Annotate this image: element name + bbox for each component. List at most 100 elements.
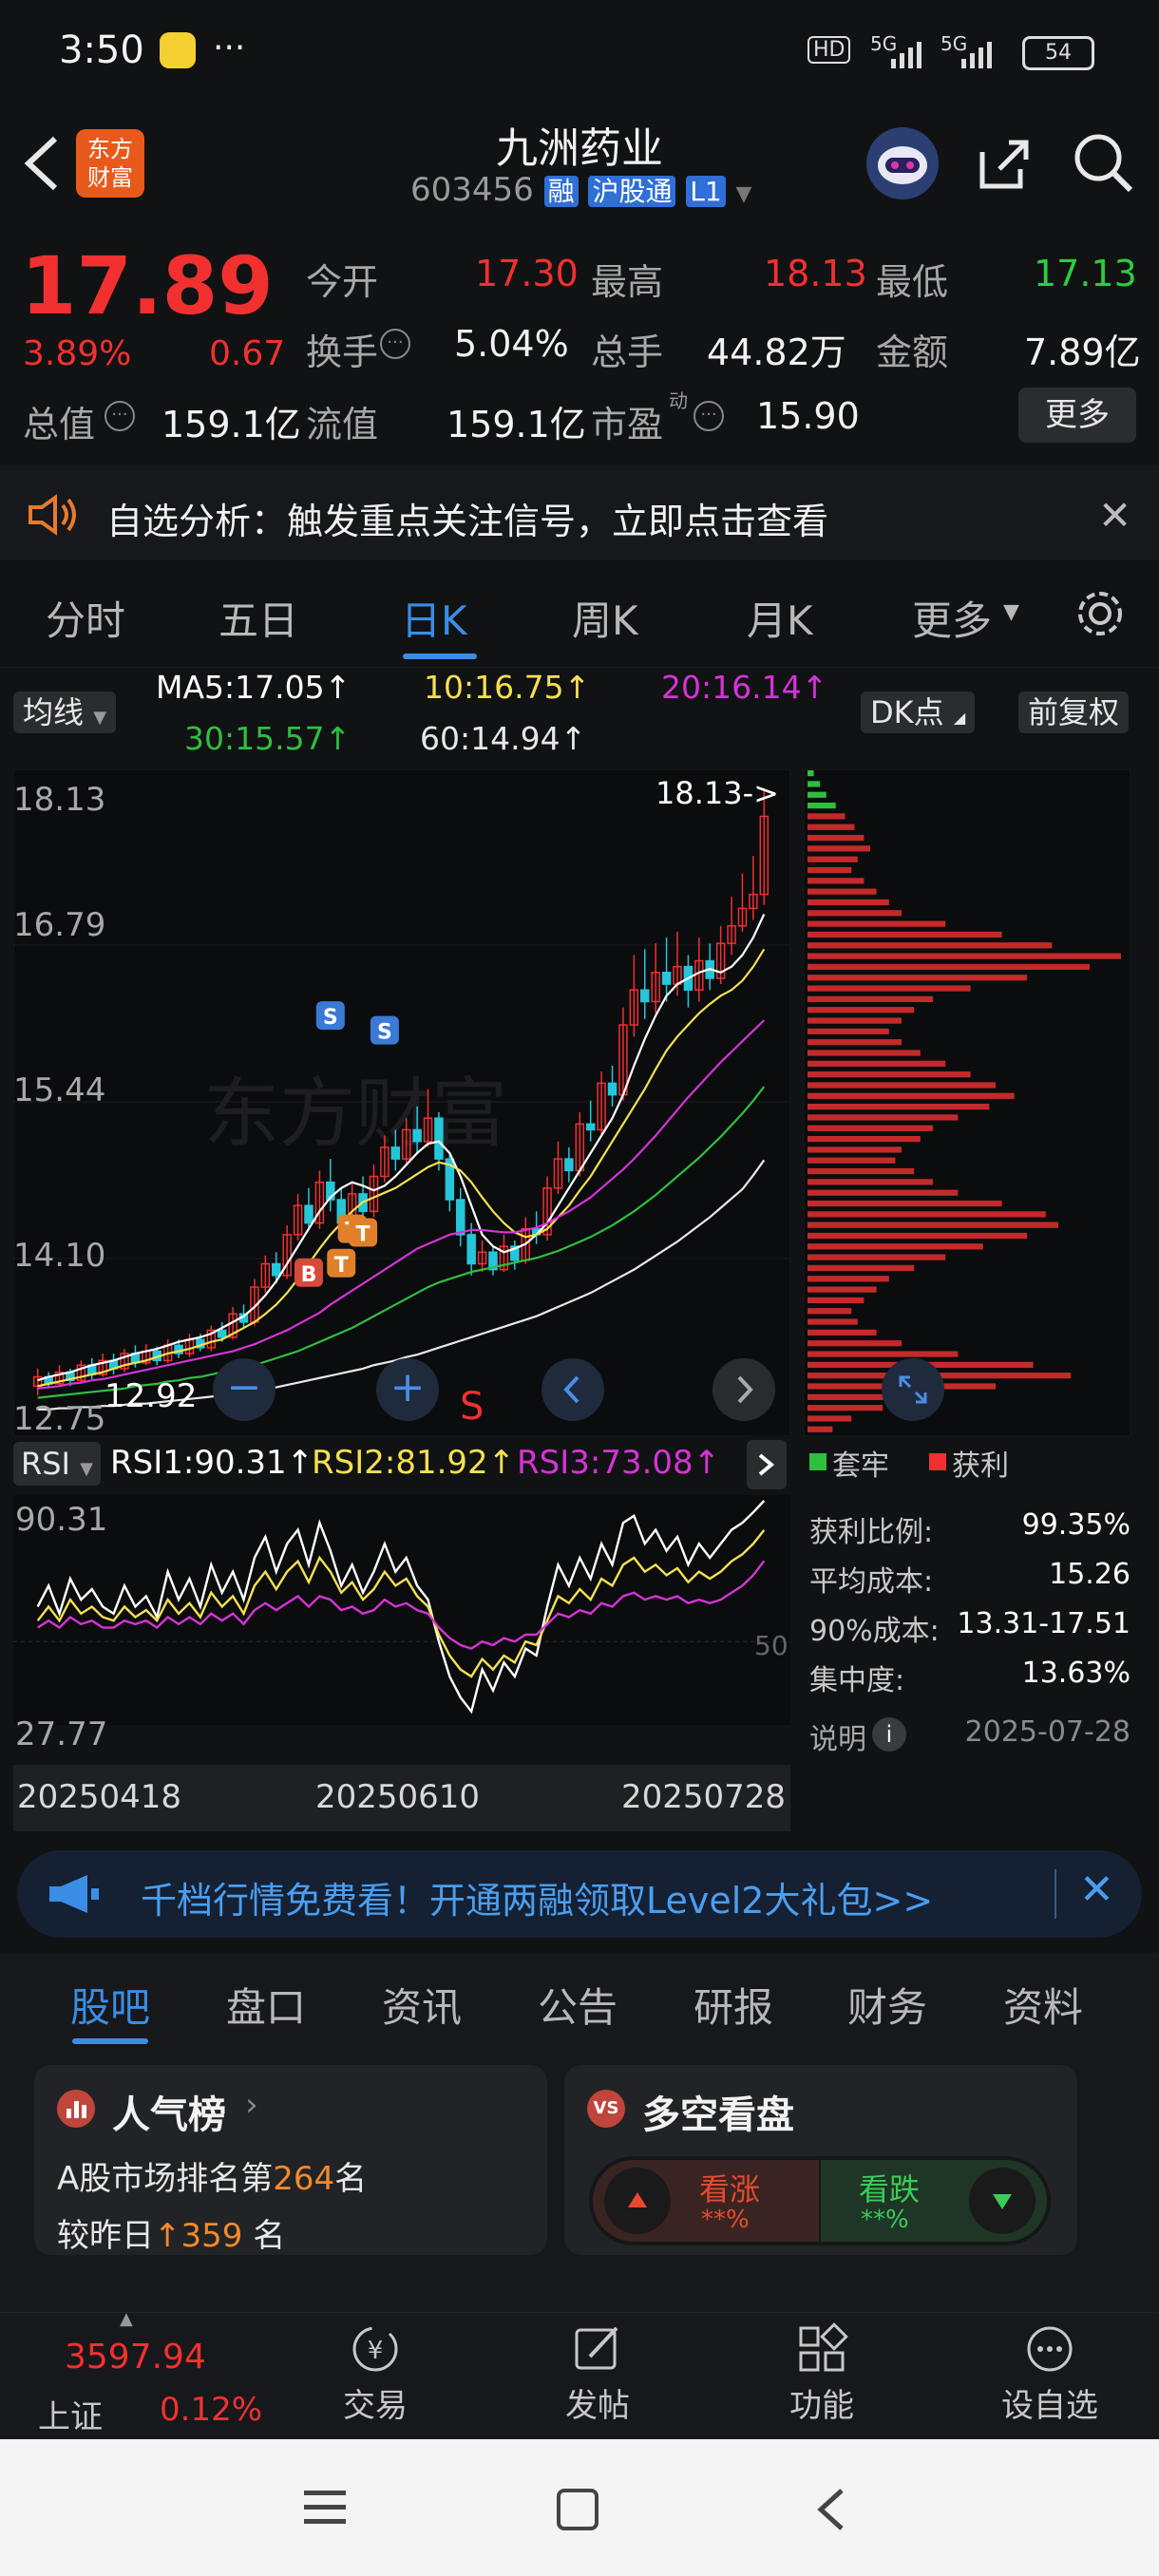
kline-main-chart[interactable]: 东方财富 SSBTTT (13, 769, 790, 1436)
dk-point-button[interactable]: DK点 ◢ (861, 691, 976, 733)
scroll-right-button[interactable] (712, 1358, 775, 1421)
rsi-mid-tick: 50 (754, 1630, 788, 1661)
chip-bar (808, 1082, 996, 1089)
rsi-chart[interactable] (13, 1495, 790, 1725)
signal-marker-label: T (334, 1254, 349, 1278)
stock-code-row[interactable]: 603456 融 沪股通 L1 ▼ (410, 171, 751, 209)
trapped-legend: 套牢 (832, 1449, 889, 1483)
chip-bar (808, 942, 1053, 949)
ai-robot-icon[interactable] (866, 127, 939, 199)
profit-legend: 获利 (952, 1449, 1009, 1483)
index-value[interactable]: 3597.94 (65, 2338, 206, 2377)
function-button[interactable]: 功能 (770, 2322, 874, 2426)
chip-bar (808, 931, 1002, 938)
tab-five-day[interactable]: 五日 (218, 589, 298, 647)
chip-bar (808, 824, 855, 830)
candle-body (390, 1146, 401, 1160)
chip-bar (808, 845, 870, 852)
home-square-icon[interactable] (555, 2487, 600, 2536)
info-cards: 人气榜 › A股市场排名第264名 较昨日↑359 名 VS 多空看盘 看涨 *… (0, 2057, 1159, 2312)
search-icon[interactable] (1072, 131, 1136, 199)
tab-announcements[interactable]: 公告 (538, 1976, 618, 2034)
tab-finance[interactable]: 财务 (847, 1976, 927, 2034)
chevron-right-icon: › (245, 2086, 258, 2124)
mktcap-value: 159.1亿 (162, 404, 301, 445)
close-promo-icon[interactable]: ✕ (1079, 1866, 1114, 1914)
tab-weekly-k[interactable]: 周K (572, 589, 638, 647)
adjust-button[interactable]: 前复权 (1018, 691, 1130, 733)
signal-marker-label: B (301, 1263, 317, 1287)
post-label: 发帖 (565, 2387, 630, 2425)
ma20-legend: 20:16.14↑ (661, 669, 828, 706)
avg-cost-label: 平均成本: (809, 1565, 934, 1599)
chip-bar (808, 899, 889, 906)
chip-bar (808, 866, 852, 874)
share-icon[interactable] (973, 133, 1034, 198)
stock-header: 东方 财富 九洲药业 603456 融 沪股通 L1 ▼ (0, 104, 1159, 228)
vote-down-button[interactable]: 看跌 **% (821, 2160, 1047, 2242)
signal-icon-1 (891, 40, 929, 72)
expand-chip-button[interactable] (882, 1358, 944, 1421)
alert-banner[interactable]: 自选分析：触发重点关注信号，立即点击查看 ✕ (0, 465, 1159, 560)
ma-selector-button[interactable]: 均线 ▼ (13, 691, 117, 733)
high-marker: 18.13-> (656, 775, 779, 811)
ma10-legend: 10:16.75↑ (424, 669, 591, 706)
chip-bar (808, 1092, 1015, 1099)
zoom-in-button[interactable]: + (376, 1358, 439, 1421)
popularity-card[interactable]: 人气榜 › A股市场排名第264名 较昨日↑359 名 (34, 2065, 547, 2255)
index-expand-icon[interactable]: ▲ (120, 2309, 133, 2329)
settings-gear-icon[interactable] (1074, 587, 1127, 644)
tab-monthly-k[interactable]: 月K (747, 589, 813, 647)
vote-up-button[interactable]: 看涨 **% (593, 2160, 819, 2242)
alert-text: 自选分析：触发重点关注信号，立即点击查看 (106, 501, 829, 542)
chip-bar (808, 1135, 921, 1143)
chip-distribution-chart[interactable] (804, 769, 1130, 1436)
tab-pankou[interactable]: 盘口 (226, 1976, 306, 2034)
chip-bar (808, 1039, 902, 1046)
more-dropdown-icon: ▼ (1003, 600, 1019, 624)
post-button[interactable]: 发帖 (545, 2322, 650, 2426)
tab-guba[interactable]: 股吧 (70, 1976, 150, 2034)
tab-research[interactable]: 研报 (694, 1976, 773, 2034)
level2-promo-banner[interactable]: 千档行情免费看！开通两融领取Level2大礼包>> ✕ (17, 1850, 1142, 1938)
profit-legend-swatch (929, 1453, 946, 1470)
nav-back-icon[interactable] (813, 2485, 851, 2538)
rank-suffix: 名 (334, 2160, 368, 2198)
info-icon[interactable]: i (872, 1717, 906, 1752)
indicator-selector[interactable]: RSI ▼ (13, 1442, 101, 1486)
candle-body (217, 1329, 227, 1338)
menu-icon[interactable] (302, 2487, 348, 2532)
add-watchlist-button[interactable]: 设自选 (988, 2322, 1112, 2426)
candle-body (434, 1117, 444, 1160)
chip-bar (808, 920, 946, 927)
chip-bar (808, 953, 1121, 959)
pe-info-icon[interactable]: ··· (694, 401, 724, 431)
tab-intraday[interactable]: 分时 (46, 589, 125, 647)
turnover-label: 换手 (306, 331, 379, 373)
turnover-info-icon[interactable]: ··· (380, 329, 410, 359)
chip-bar (808, 1426, 833, 1432)
tab-news[interactable]: 资讯 (382, 1976, 462, 2034)
indicator-next-button[interactable] (747, 1440, 787, 1489)
mktcap-info-icon[interactable]: ··· (104, 401, 135, 431)
rsi-background (13, 1495, 790, 1725)
tab-more[interactable]: 更多 (912, 589, 992, 647)
more-quote-button[interactable]: 更多 (1018, 388, 1136, 443)
ma30-legend: 30:15.57↑ (184, 720, 352, 757)
chip-note-label[interactable]: 说明 (809, 1715, 866, 1757)
rank-line: A股市场排名第264名 (57, 2152, 367, 2199)
app-notification-icon (160, 32, 196, 68)
concentration-value: 13.63% (1021, 1657, 1130, 1690)
chip-bar (808, 1308, 852, 1315)
scroll-left-button[interactable] (542, 1358, 604, 1421)
rsi-y-tick-bottom: 27.77 (15, 1715, 108, 1753)
y-tick-4: 12.75 (13, 1400, 106, 1438)
zoom-out-button[interactable]: − (213, 1358, 276, 1421)
chip-bar (808, 791, 826, 798)
trade-button[interactable]: ¥ 交易 (323, 2322, 428, 2426)
signal-marker-label: S (323, 1006, 338, 1030)
tab-daily-k[interactable]: 日K (401, 589, 467, 647)
tab-profile[interactable]: 资料 (1003, 1976, 1083, 2034)
code-dropdown-icon: ▼ (735, 182, 752, 206)
close-banner-icon[interactable]: ✕ (1098, 492, 1131, 539)
